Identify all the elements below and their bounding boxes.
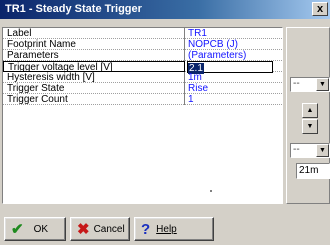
combo-box-1[interactable]: -- ▼ xyxy=(290,77,330,92)
ok-label: OK xyxy=(33,223,49,235)
property-value: (Parameters) xyxy=(188,50,247,61)
property-value: 1 xyxy=(188,94,194,105)
property-value: 1m xyxy=(188,72,202,83)
property-row-trigger-state[interactable]: Trigger State Rise xyxy=(3,83,282,94)
arrow-up-icon: ▲ xyxy=(306,107,314,114)
combo-value: -- xyxy=(293,78,300,89)
chevron-down-icon[interactable]: ▼ xyxy=(316,78,329,91)
property-name: Parameters xyxy=(3,50,185,61)
property-name: Trigger State xyxy=(3,83,185,94)
combo-box-2[interactable]: -- ▼ xyxy=(290,143,330,158)
close-button[interactable]: x xyxy=(312,2,328,16)
property-grid: Label TR1 Footprint Name NOPCB (J) Param… xyxy=(2,27,283,204)
property-row-trigger-count[interactable]: Trigger Count 1 xyxy=(3,94,282,105)
window-title: TR1 - Steady State Trigger xyxy=(5,3,142,15)
checkmark-icon: ✔ xyxy=(11,220,24,238)
question-icon: ? xyxy=(141,220,151,238)
cross-icon: ✖ xyxy=(77,220,90,238)
spin-up-button[interactable]: ▲ xyxy=(302,103,318,118)
right-panel: -- ▼ ▲ ▼ -- ▼ 21m xyxy=(286,27,330,204)
spin-down-button[interactable]: ▼ xyxy=(302,119,318,134)
help-button[interactable]: ? Help xyxy=(134,217,214,241)
property-name: Footprint Name xyxy=(3,39,185,50)
help-label: Help xyxy=(156,223,177,235)
arrow-down-icon: ▼ xyxy=(306,123,314,130)
property-row-parameters[interactable]: Parameters (Parameters) xyxy=(3,50,282,61)
value-field[interactable]: 21m xyxy=(296,163,330,179)
combo-value: -- xyxy=(293,144,300,155)
grid-dot xyxy=(210,190,212,192)
property-row-label[interactable]: Label TR1 xyxy=(3,28,282,39)
property-name: Label xyxy=(3,28,185,39)
chevron-down-icon[interactable]: ▼ xyxy=(316,144,329,157)
property-value: TR1 xyxy=(188,28,207,39)
button-bar: ✔ OK ✖ Cancel ? Help xyxy=(0,215,330,245)
cancel-label: Cancel xyxy=(93,223,125,235)
property-name: Trigger voltage level [V] xyxy=(3,61,185,73)
property-row-hysteresis[interactable]: Hysteresis width [V] 1m xyxy=(3,72,282,83)
property-name: Trigger Count xyxy=(3,94,185,105)
property-value: NOPCB (J) xyxy=(188,39,238,50)
property-name: Hysteresis width [V] xyxy=(3,72,185,83)
cancel-button[interactable]: ✖ Cancel xyxy=(70,217,130,241)
property-value: Rise xyxy=(188,83,209,94)
property-row-footprint[interactable]: Footprint Name NOPCB (J) xyxy=(3,39,282,50)
title-bar: TR1 - Steady State Trigger x xyxy=(0,0,330,19)
ok-button[interactable]: ✔ OK xyxy=(4,217,66,241)
property-row-trigger-voltage[interactable]: Trigger voltage level [V] 2.1 xyxy=(3,61,282,74)
